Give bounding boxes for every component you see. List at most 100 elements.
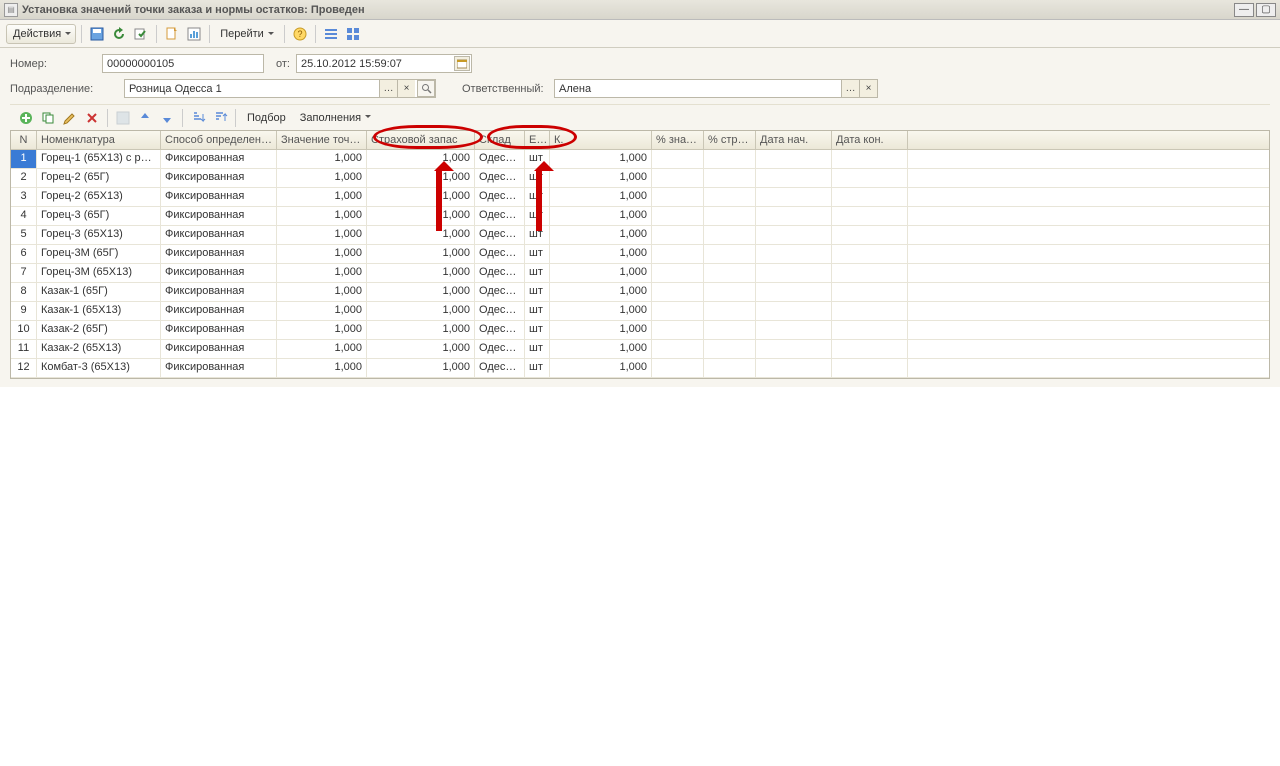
cell[interactable]: Одесс...: [475, 302, 525, 320]
cell[interactable]: 1,000: [367, 207, 475, 225]
table-row[interactable]: 10Казак-2 (65Г)Фиксированная1,0001,000Од…: [11, 321, 1269, 340]
minimize-button[interactable]: —: [1234, 3, 1254, 17]
col-pct-value[interactable]: % знач...: [652, 131, 704, 149]
cell[interactable]: [756, 150, 832, 168]
cell[interactable]: [832, 359, 908, 377]
delete-row-icon[interactable]: [82, 108, 102, 128]
cell[interactable]: Одесс...: [475, 169, 525, 187]
table-row[interactable]: 11Казак-2 (65Х13)Фиксированная1,0001,000…: [11, 340, 1269, 359]
cell[interactable]: 1,000: [367, 188, 475, 206]
cell[interactable]: 1,000: [550, 188, 652, 206]
clear-button[interactable]: ×: [859, 80, 877, 97]
cell[interactable]: Фиксированная: [161, 150, 277, 168]
cell[interactable]: 1,000: [367, 264, 475, 282]
cell[interactable]: [756, 188, 832, 206]
pick-button[interactable]: Подбор: [241, 108, 292, 128]
cell[interactable]: 1,000: [277, 302, 367, 320]
cell[interactable]: Фиксированная: [161, 321, 277, 339]
col-n[interactable]: N: [11, 131, 37, 149]
cell[interactable]: 11: [11, 340, 37, 358]
maximize-button[interactable]: ▢: [1256, 3, 1276, 17]
cell[interactable]: 2: [11, 169, 37, 187]
sort-desc-icon[interactable]: [210, 108, 230, 128]
cell[interactable]: Фиксированная: [161, 207, 277, 225]
cell[interactable]: шт: [525, 264, 550, 282]
save-icon[interactable]: [87, 24, 107, 44]
cell[interactable]: [756, 321, 832, 339]
cell[interactable]: Фиксированная: [161, 340, 277, 358]
cell[interactable]: [704, 359, 756, 377]
cell[interactable]: Одесс...: [475, 150, 525, 168]
cell[interactable]: [704, 340, 756, 358]
table-row[interactable]: 6Горец-3М (65Г)Фиксированная1,0001,000Од…: [11, 245, 1269, 264]
cell[interactable]: Фиксированная: [161, 359, 277, 377]
cell[interactable]: [832, 207, 908, 225]
cell[interactable]: Одесс...: [475, 283, 525, 301]
add-row-icon[interactable]: [16, 108, 36, 128]
cell[interactable]: [652, 169, 704, 187]
cell[interactable]: шт: [525, 207, 550, 225]
cell[interactable]: Одесс...: [475, 226, 525, 244]
cell[interactable]: [652, 188, 704, 206]
cell[interactable]: 3: [11, 188, 37, 206]
cell[interactable]: [832, 283, 908, 301]
cell[interactable]: 1,000: [277, 283, 367, 301]
copy-row-icon[interactable]: [38, 108, 58, 128]
cell[interactable]: шт: [525, 283, 550, 301]
cell[interactable]: [704, 264, 756, 282]
cell[interactable]: [832, 302, 908, 320]
cell[interactable]: [832, 226, 908, 244]
cell[interactable]: 1,000: [277, 340, 367, 358]
move-up-icon[interactable]: [135, 108, 155, 128]
cell[interactable]: [704, 150, 756, 168]
cell[interactable]: [652, 226, 704, 244]
cell[interactable]: Казак-2 (65Г): [37, 321, 161, 339]
open-icon[interactable]: [162, 24, 182, 44]
cell[interactable]: 1: [11, 150, 37, 168]
cell[interactable]: [652, 207, 704, 225]
cell[interactable]: 1,000: [367, 150, 475, 168]
table-row[interactable]: 5Горец-3 (65Х13)Фиксированная1,0001,000О…: [11, 226, 1269, 245]
calendar-icon[interactable]: [454, 56, 470, 71]
cell[interactable]: [756, 340, 832, 358]
cell[interactable]: 1,000: [277, 359, 367, 377]
subdivision-input[interactable]: Розница Одесса 1 … ×: [124, 79, 436, 98]
cell[interactable]: 1,000: [367, 283, 475, 301]
report-icon[interactable]: [184, 24, 204, 44]
col-store[interactable]: Склад: [475, 131, 525, 149]
cell[interactable]: шт: [525, 321, 550, 339]
cell[interactable]: [756, 359, 832, 377]
cell[interactable]: [756, 207, 832, 225]
cell[interactable]: [832, 188, 908, 206]
cell[interactable]: [756, 169, 832, 187]
cell[interactable]: 1,000: [367, 245, 475, 263]
table-row[interactable]: 4Горец-3 (65Г)Фиксированная1,0001,000Оде…: [11, 207, 1269, 226]
cell[interactable]: [756, 264, 832, 282]
col-date-end[interactable]: Дата кон.: [832, 131, 908, 149]
cell[interactable]: шт: [525, 169, 550, 187]
cell[interactable]: Фиксированная: [161, 302, 277, 320]
cell[interactable]: [832, 150, 908, 168]
cell[interactable]: Казак-2 (65Х13): [37, 340, 161, 358]
cell[interactable]: [652, 245, 704, 263]
search-icon[interactable]: [417, 80, 435, 97]
cell[interactable]: [704, 321, 756, 339]
cell[interactable]: шт: [525, 245, 550, 263]
cell[interactable]: [652, 359, 704, 377]
fill-dropdown[interactable]: Заполнения: [294, 108, 375, 128]
post-icon[interactable]: [131, 24, 151, 44]
cell[interactable]: 1,000: [550, 226, 652, 244]
goto-dropdown[interactable]: Перейти: [215, 24, 279, 44]
cell[interactable]: [704, 188, 756, 206]
cell[interactable]: 12: [11, 359, 37, 377]
cell[interactable]: 1,000: [550, 340, 652, 358]
cell[interactable]: 1,000: [277, 150, 367, 168]
cell[interactable]: [652, 340, 704, 358]
cell[interactable]: 1,000: [277, 169, 367, 187]
cell[interactable]: 1,000: [550, 150, 652, 168]
cell[interactable]: 1,000: [550, 321, 652, 339]
cell[interactable]: [704, 226, 756, 244]
cell[interactable]: Одесс...: [475, 245, 525, 263]
number-input[interactable]: 00000000105: [102, 54, 264, 73]
cell[interactable]: Одесс...: [475, 359, 525, 377]
